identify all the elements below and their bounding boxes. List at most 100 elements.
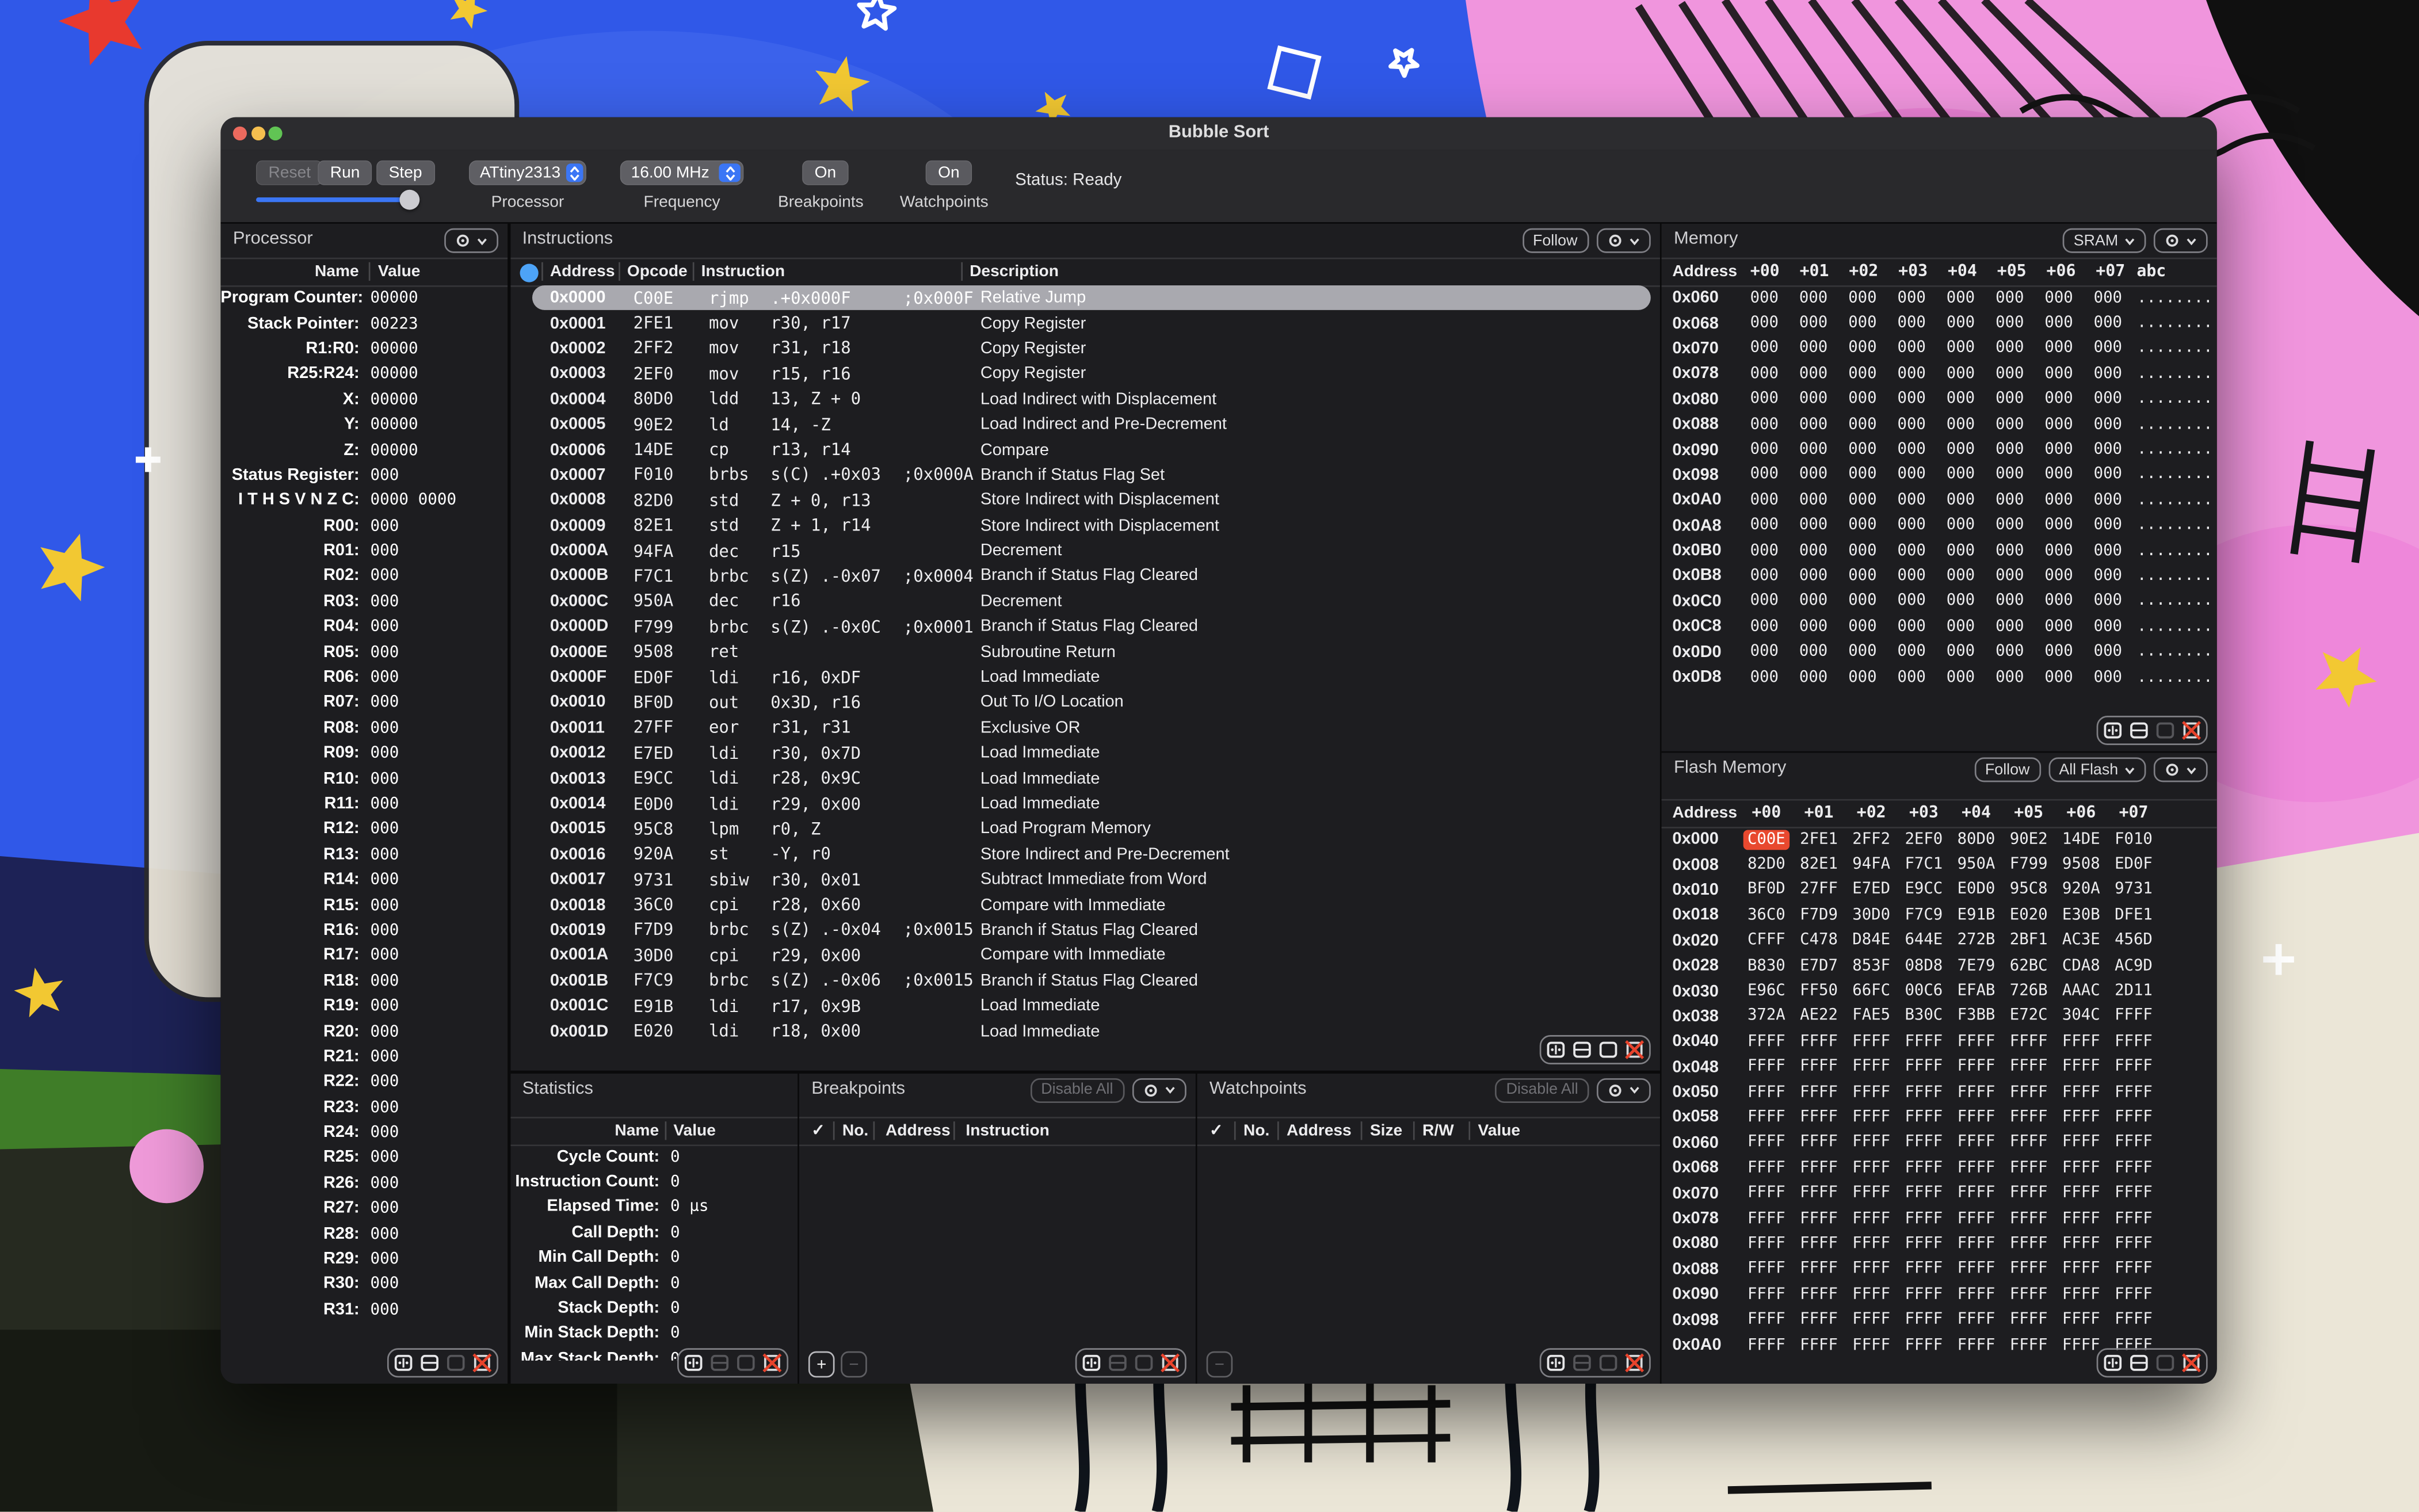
flash-cell[interactable]: 2BF1 (2002, 932, 2055, 949)
flash-cell[interactable]: 2D11 (2107, 983, 2159, 999)
flash-cell[interactable]: E96C (1740, 983, 1792, 999)
instruction-row[interactable]: 0x000BF7C1brbcs(Z) .-0x07;0x0004Branch i… (532, 563, 1650, 589)
register-value[interactable]: 000 (370, 465, 399, 484)
flash-cell[interactable]: FFFF (1898, 1210, 1950, 1227)
register-value[interactable]: 000 (370, 971, 399, 990)
memory-cell[interactable]: 000 (1985, 365, 2034, 382)
memory-cell[interactable]: 000 (2084, 669, 2132, 685)
flash-cell[interactable]: FFFF (2107, 1160, 2159, 1177)
memory-cell[interactable]: 000 (2034, 543, 2083, 559)
memory-cell[interactable]: 000 (1985, 340, 2034, 357)
flash-cell[interactable]: 2EF0 (1898, 831, 1950, 847)
memory-cell[interactable]: 000 (1887, 391, 1936, 407)
memory-cell[interactable]: 000 (2034, 365, 2083, 382)
flash-cell[interactable]: E0D0 (1950, 881, 2002, 898)
memory-cell[interactable]: 000 (1838, 593, 1887, 610)
expand-panel-icon[interactable] (1546, 1353, 1566, 1373)
memory-cell[interactable]: 000 (1789, 416, 1838, 433)
memory-cell[interactable]: 000 (2084, 289, 2132, 306)
flash-cell[interactable]: FFFF (1898, 1160, 1950, 1177)
flash-cell[interactable]: 94FA (1845, 856, 1898, 873)
memory-row[interactable]: 0x0D8000000000000000000000000........ (1662, 665, 2217, 690)
speed-slider-knob[interactable] (399, 190, 419, 210)
memory-cell[interactable]: 000 (2034, 467, 2083, 483)
memory-cell[interactable]: 000 (2084, 492, 2132, 509)
register-value[interactable]: 000 (370, 1022, 399, 1040)
memory-cell[interactable]: 000 (2084, 441, 2132, 458)
memory-cell[interactable]: 000 (1789, 669, 1838, 685)
flash-cell[interactable]: 644E (1898, 932, 1950, 949)
flash-row[interactable]: 0x030E96CFF5066FC00C6EFAB726BAAAC2D11 (1662, 979, 2217, 1004)
memory-cell[interactable]: 000 (1789, 568, 1838, 585)
flash-cell[interactable]: FFFF (1792, 1235, 1845, 1252)
reset-button[interactable]: Reset (256, 161, 323, 185)
expand-panel-icon[interactable] (1081, 1353, 1101, 1373)
flash-cell[interactable]: FFFF (1898, 1185, 1950, 1202)
flash-cell[interactable]: AC9D (2107, 957, 2159, 974)
instruction-row[interactable]: 0x000882D0stdZ + 0, r13Store Indirect wi… (532, 488, 1650, 513)
flash-cell[interactable]: 30D0 (1845, 907, 1898, 923)
flash-cell[interactable]: FFFF (1898, 1311, 1950, 1328)
flash-row[interactable]: 0x070FFFFFFFFFFFFFFFFFFFFFFFFFFFFFFFF (1662, 1181, 2217, 1206)
register-value[interactable]: 00000 (370, 289, 418, 307)
memory-cell[interactable]: 000 (2034, 340, 2083, 357)
flash-cell[interactable]: F7C9 (1898, 907, 1950, 923)
expand-panel-icon[interactable] (2103, 720, 2123, 740)
expand-panel-icon[interactable] (682, 1353, 703, 1373)
processor-settings-button[interactable] (444, 228, 498, 253)
flash-cell[interactable]: FFFF (1792, 1160, 1845, 1177)
memory-cell[interactable]: 000 (1789, 315, 1838, 331)
memory-cell[interactable]: 000 (1740, 593, 1789, 610)
memory-cell[interactable]: 000 (2084, 593, 2132, 610)
instruction-row[interactable]: 0x000DF799brbcs(Z) .-0x0C;0x0001Branch i… (532, 614, 1650, 639)
flash-cell[interactable]: FFFF (1740, 1185, 1792, 1202)
register-value[interactable]: 000 (370, 516, 399, 534)
titlebar[interactable]: Bubble Sort (220, 117, 2216, 150)
register-value[interactable]: 000 (370, 617, 399, 636)
flash-cell[interactable]: E020 (2002, 907, 2055, 923)
flash-cell[interactable]: 00C6 (1898, 983, 1950, 999)
flash-cell[interactable]: FFFF (1740, 1261, 1792, 1277)
split-horizontal-icon[interactable] (1571, 1040, 1592, 1060)
flash-cell[interactable]: F010 (2107, 831, 2159, 847)
flash-cell[interactable]: FFFF (1845, 1160, 1898, 1177)
expand-panel-icon[interactable] (2103, 1353, 2123, 1373)
flash-cell[interactable]: FFFF (2107, 1261, 2159, 1277)
memory-cell[interactable]: 000 (1789, 517, 1838, 534)
memory-cell[interactable]: 000 (2084, 643, 2132, 660)
remove-breakpoint-button[interactable]: − (841, 1351, 867, 1378)
close-panel-icon[interactable] (2181, 720, 2201, 740)
memory-row[interactable]: 0x078000000000000000000000000........ (1662, 361, 2217, 387)
memory-cell[interactable]: 000 (1936, 492, 1985, 509)
flash-cell[interactable]: 90E2 (2002, 831, 2055, 847)
memory-cell[interactable]: 000 (1838, 492, 1887, 509)
memory-cell[interactable]: 000 (2084, 391, 2132, 407)
instruction-row[interactable]: 0x000614DEcpr13, r14Compare (532, 437, 1650, 463)
flash-cell[interactable]: FFFF (2107, 1235, 2159, 1252)
flash-cell[interactable]: FFFF (2055, 1160, 2107, 1177)
split-vertical-icon[interactable] (446, 1353, 466, 1373)
flash-cell[interactable]: FFFF (1845, 1261, 1898, 1277)
flash-cell[interactable]: E91B (1950, 907, 2002, 923)
instruction-row[interactable]: 0x000982E1stdZ + 1, r14Store Indirect wi… (532, 513, 1650, 539)
flash-cell[interactable]: FFFF (1845, 1084, 1898, 1101)
flash-cell[interactable]: FFFF (1792, 1286, 1845, 1303)
register-value[interactable]: 000 (370, 795, 399, 813)
memory-row[interactable]: 0x088000000000000000000000000........ (1662, 412, 2217, 437)
flash-cell[interactable]: FFFF (2055, 1109, 2107, 1126)
flash-cell[interactable]: FFFF (1740, 1235, 1792, 1252)
instruction-row[interactable]: 0x0000C00Erjmp.+0x000F;0x000FRelative Ju… (532, 285, 1650, 311)
flash-cell[interactable]: FFFF (1792, 1185, 1845, 1202)
memory-cell[interactable]: 000 (1887, 289, 1936, 306)
split-vertical-icon[interactable] (1133, 1353, 1153, 1373)
flash-follow-button[interactable]: Follow (1974, 757, 2040, 782)
memory-cell[interactable]: 000 (2084, 543, 2132, 559)
flash-row[interactable]: 0x00882D082E194FAF7C1950AF7999508ED0F (1662, 852, 2217, 877)
register-value[interactable]: 000 (370, 996, 399, 1015)
memory-cell[interactable]: 000 (1985, 568, 2034, 585)
instruction-row[interactable]: 0x00022FF2movr31, r18Copy Register (532, 336, 1650, 361)
register-value[interactable]: 000 (370, 896, 399, 914)
register-value[interactable]: 000 (370, 592, 399, 610)
flash-cell[interactable]: 36C0 (1740, 907, 1792, 923)
flash-cell[interactable]: FFFF (1792, 1084, 1845, 1101)
